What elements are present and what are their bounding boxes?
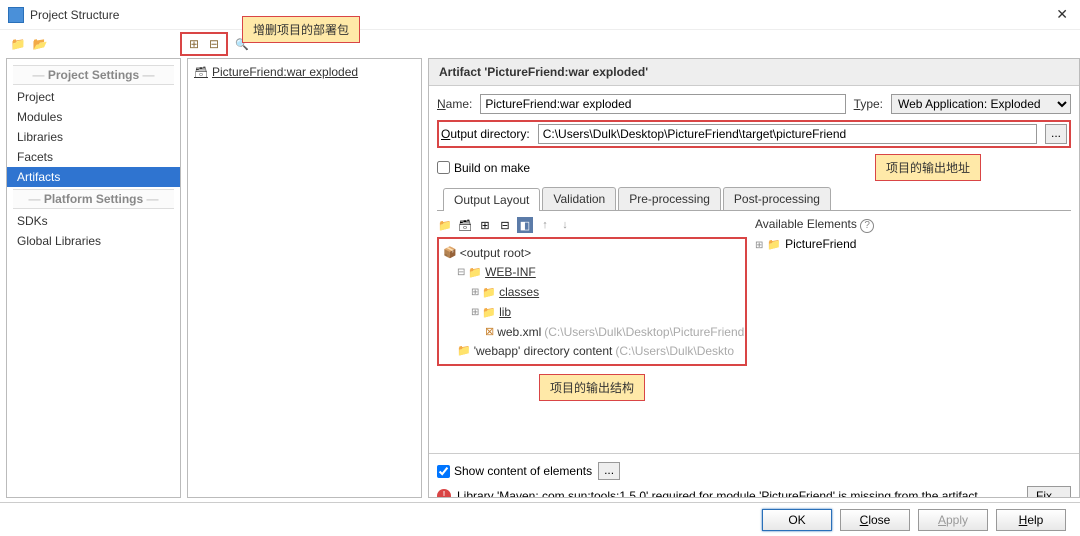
sidebar-heading-platform: Platform Settings xyxy=(13,189,174,209)
up-icon[interactable] xyxy=(537,217,553,233)
sidebar-item-artifacts[interactable]: Artifacts xyxy=(7,167,180,187)
type-select[interactable]: Web Application: Exploded xyxy=(891,94,1071,114)
tab-output-layout[interactable]: Output Layout xyxy=(443,188,540,211)
artifact-item[interactable]: PictureFriend:war exploded xyxy=(192,63,417,81)
close-icon[interactable]: ✕ xyxy=(1052,6,1072,23)
error-text: Library 'Maven: com.sun:tools:1.5.0' req… xyxy=(457,489,1021,498)
folder-icon xyxy=(482,283,496,302)
tree-classes[interactable]: classes xyxy=(499,283,539,301)
tabs: Output Layout Validation Pre-processing … xyxy=(437,187,1071,211)
sidebar-item-sdks[interactable]: SDKs xyxy=(7,211,180,231)
app-icon xyxy=(8,7,24,23)
avail-item[interactable]: PictureFriend xyxy=(755,237,1071,251)
available-elements: Available Elements ? PictureFriend xyxy=(755,217,1071,447)
artifact-label: PictureFriend:war exploded xyxy=(212,65,358,79)
tree-root: <output root> xyxy=(460,244,531,262)
folder-icon xyxy=(482,303,496,322)
tab-validation[interactable]: Validation xyxy=(542,187,616,210)
help-button[interactable]: Help xyxy=(996,509,1066,531)
home-icon[interactable] xyxy=(10,36,26,52)
detail-header: Artifact 'PictureFriend:war exploded' xyxy=(429,59,1079,86)
title-bar: Project Structure ✕ xyxy=(0,0,1080,30)
fix-button[interactable]: Fix... xyxy=(1027,486,1071,498)
window-title: Project Structure xyxy=(30,8,1052,22)
outdir-input[interactable] xyxy=(538,124,1037,144)
expand-icon[interactable] xyxy=(477,217,493,233)
tree-lib[interactable]: lib xyxy=(499,303,511,321)
artifacts-list: PictureFriend:war exploded xyxy=(187,58,422,498)
collapse-node-icon[interactable] xyxy=(471,302,479,322)
output-dir-row: Output directory: ... xyxy=(437,120,1071,148)
layout-icon[interactable] xyxy=(517,217,533,233)
expand-node-icon[interactable] xyxy=(457,262,465,282)
remove-icon[interactable] xyxy=(206,36,222,52)
tree-webapp[interactable]: 'webapp' directory content xyxy=(474,342,613,360)
sidebar-item-libraries[interactable]: Libraries xyxy=(7,127,180,147)
project-icon xyxy=(767,237,781,251)
collapse-node-icon[interactable] xyxy=(471,282,479,302)
folder-icon xyxy=(32,36,48,52)
sidebar-item-facets[interactable]: Facets xyxy=(7,147,180,167)
avail-heading: Available Elements xyxy=(755,217,857,231)
xml-icon xyxy=(485,322,494,341)
callout-outdir: 项目的输出地址 xyxy=(875,154,981,181)
folder-icon xyxy=(457,341,471,360)
sidebar: Project Settings Project Modules Librari… xyxy=(6,58,181,498)
sidebar-item-project[interactable]: Project xyxy=(7,87,180,107)
type-label: Type: xyxy=(854,97,883,111)
new-folder-icon[interactable] xyxy=(437,217,453,233)
war-icon xyxy=(194,65,208,79)
close-button[interactable]: Close xyxy=(840,509,910,531)
tree-toolbar xyxy=(437,217,747,233)
sidebar-item-modules[interactable]: Modules xyxy=(7,107,180,127)
build-on-make-check[interactable]: Build on make xyxy=(437,161,530,175)
help-icon[interactable]: ? xyxy=(860,219,874,233)
down-icon[interactable] xyxy=(557,217,573,233)
name-input[interactable] xyxy=(480,94,845,114)
new-archive-icon[interactable] xyxy=(457,217,473,233)
browse-button[interactable]: ... xyxy=(1045,124,1067,144)
show-content-check[interactable]: Show content of elements xyxy=(437,464,592,478)
package-icon xyxy=(443,243,457,262)
button-bar: OK Close Apply Help xyxy=(0,502,1080,536)
collapse-icon[interactable] xyxy=(497,217,513,233)
output-tree[interactable]: <output root> WEB-INF classes lib web.xm… xyxy=(437,237,747,366)
apply-button[interactable]: Apply xyxy=(918,509,988,531)
tab-preprocessing[interactable]: Pre-processing xyxy=(618,187,721,210)
tree-webxml[interactable]: web.xml xyxy=(497,323,541,341)
folder-icon xyxy=(468,263,482,282)
name-row: Name: Type: Web Application: Exploded xyxy=(437,94,1071,114)
main-area: Project Settings Project Modules Librari… xyxy=(0,58,1080,498)
callout-structure: 项目的输出结构 xyxy=(539,374,645,401)
name-label: Name: xyxy=(437,97,472,111)
outdir-label: Output directory: xyxy=(441,127,530,141)
options-button[interactable]: ... xyxy=(598,462,620,480)
callout-add-remove: 增删项目的部署包 xyxy=(242,16,360,43)
add-icon[interactable] xyxy=(186,36,202,52)
ok-button[interactable]: OK xyxy=(762,509,832,531)
sidebar-heading-project: Project Settings xyxy=(13,65,174,85)
detail-panel: Artifact 'PictureFriend:war exploded' Na… xyxy=(428,58,1080,498)
error-icon: ! xyxy=(437,489,451,498)
add-remove-group xyxy=(180,32,228,56)
sidebar-item-global-libs[interactable]: Global Libraries xyxy=(7,231,180,251)
tab-postprocessing[interactable]: Post-processing xyxy=(723,187,831,210)
top-toolbar xyxy=(0,30,1080,58)
tree-webinf[interactable]: WEB-INF xyxy=(485,263,536,281)
tab-body: <output root> WEB-INF classes lib web.xm… xyxy=(437,217,1071,447)
expand-node-icon[interactable] xyxy=(755,237,763,251)
